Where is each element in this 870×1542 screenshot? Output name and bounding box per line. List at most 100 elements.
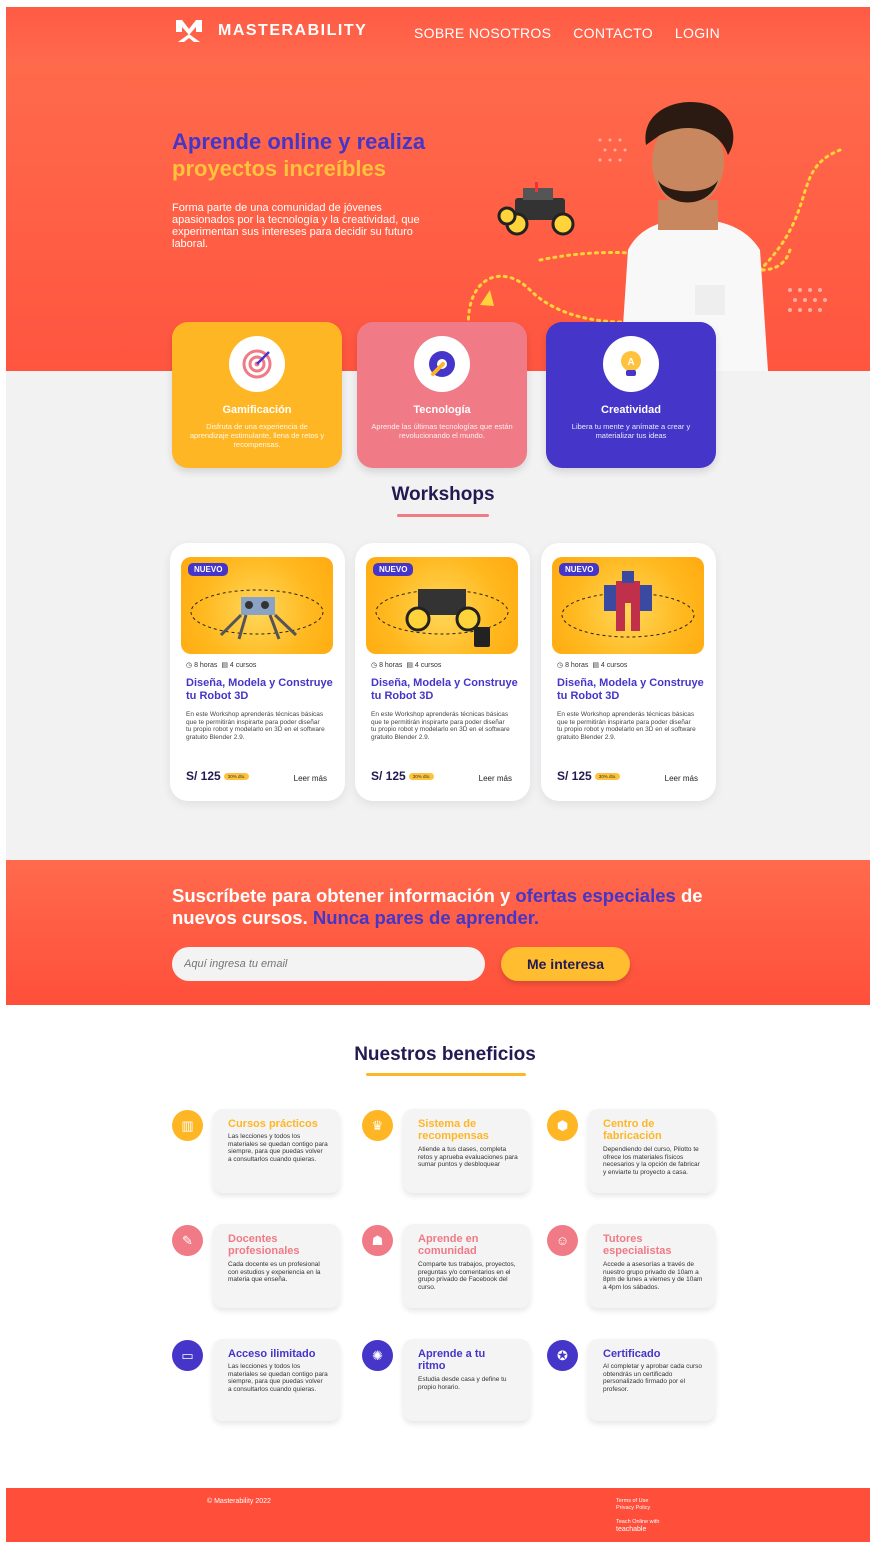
document-icon: ▤ bbox=[592, 662, 599, 669]
workshop-image: NUEVO bbox=[552, 557, 704, 654]
masterability-logo-icon bbox=[176, 20, 202, 42]
workshop-hours: 8 horas bbox=[194, 662, 218, 669]
workshop-courses: 4 cursos bbox=[414, 662, 442, 669]
benefit-description: Accede a asesorías a través de nuestro g… bbox=[603, 1261, 703, 1291]
hero-title-line2: proyectos increíbles bbox=[172, 156, 386, 181]
discount-badge: 30% dto. bbox=[594, 773, 621, 781]
teacher-icon: ✎ bbox=[172, 1225, 203, 1256]
workshop-card[interactable]: NUEVO ◷ 8 horas ▤ 4 cursos Diseña, Model… bbox=[355, 543, 530, 801]
workshop-card[interactable]: NUEVO ◷ 8 horas ▤ 4 cursos Diseña, Model… bbox=[541, 543, 716, 801]
subscribe-title-highlight: Nunca pares de aprender. bbox=[312, 907, 540, 928]
price-value: S/ 125 bbox=[186, 769, 221, 783]
bulb-head-icon: ✺ bbox=[362, 1340, 393, 1371]
workshop-meta: ◷ 8 horas ▤ 4 cursos bbox=[186, 661, 256, 669]
feature-card-gamificacion: Gamificación Disfruta de una experiencia… bbox=[172, 322, 342, 468]
nav-link-sobre-nosotros[interactable]: SOBRE NOSOTROS bbox=[414, 25, 551, 41]
document-icon: ▤ bbox=[221, 662, 228, 669]
hero-title: Aprende online y realiza proyectos incre… bbox=[172, 128, 425, 182]
workshop-courses: 4 cursos bbox=[229, 662, 257, 669]
read-more-link[interactable]: Leer más bbox=[479, 774, 512, 783]
nav-link-contacto[interactable]: CONTACTO bbox=[573, 25, 653, 41]
feature-text: Disfruta de una experiencia de aprendiza… bbox=[189, 422, 325, 449]
copyright: © Masterability 2022 bbox=[207, 1498, 271, 1505]
hero-title-line1: Aprende online y realiza bbox=[172, 129, 426, 154]
benefit-title: Cursos prácticos bbox=[228, 1118, 318, 1130]
teachable-logo: teachable bbox=[616, 1526, 647, 1533]
benefit-title: Acceso ilimitado bbox=[228, 1348, 316, 1360]
wrench-gear-icon bbox=[414, 336, 470, 392]
benefit-description: Estudia desde casa y define tu propio ho… bbox=[418, 1376, 507, 1391]
benefit-description: Al completar y aprobar cada curso obtend… bbox=[603, 1363, 702, 1393]
feature-text: Aprende las últimas tecnologías que está… bbox=[371, 422, 513, 440]
subscribe-title-highlight: ofertas especiales bbox=[515, 885, 676, 906]
hero-description: Forma parte de una comunidad de jóvenes … bbox=[172, 202, 420, 250]
footer bbox=[6, 1488, 870, 1542]
robot-car-image bbox=[497, 182, 575, 236]
cubes-icon: ⬢ bbox=[547, 1110, 578, 1141]
feature-card-tecnologia: Tecnología Aprende las últimas tecnologí… bbox=[357, 322, 527, 468]
workshop-hours: 8 horas bbox=[565, 662, 589, 669]
workshop-image: NUEVO bbox=[366, 557, 518, 654]
books-icon: ▥ bbox=[172, 1110, 203, 1141]
workshop-meta: ◷ 8 horas ▤ 4 cursos bbox=[371, 661, 441, 669]
terms-link[interactable]: Terms of Use bbox=[616, 1498, 659, 1505]
workshop-title: Diseña, Modela y Construye tu Robot 3D bbox=[557, 677, 704, 702]
subscribe-section bbox=[6, 860, 870, 1005]
email-input[interactable] bbox=[172, 947, 485, 981]
benefit-title: Centro de fabricación bbox=[603, 1118, 662, 1142]
benefit-title: Tutores especialistas bbox=[603, 1233, 672, 1257]
brand-logo[interactable]: MASTERABILITY bbox=[174, 16, 367, 46]
subscribe-button[interactable]: Me interesa bbox=[501, 947, 630, 981]
benefit-title: Sistema de recompensas bbox=[418, 1118, 489, 1142]
new-badge: NUEVO bbox=[188, 563, 229, 576]
new-badge: NUEVO bbox=[373, 563, 414, 576]
read-more-link[interactable]: Leer más bbox=[294, 774, 327, 783]
workshop-price: S/ 125 30% dto. bbox=[186, 769, 250, 783]
clock-icon: ◷ bbox=[557, 662, 564, 669]
clock-icon: ◷ bbox=[371, 662, 378, 669]
teach-online-text[interactable]: Teach Online with bbox=[616, 1519, 659, 1526]
workshop-price: S/ 125 30% dto. bbox=[557, 769, 621, 783]
discount-badge: 30% dto. bbox=[408, 773, 435, 781]
tutor-icon: ☺ bbox=[547, 1225, 578, 1256]
workshop-hours: 8 horas bbox=[379, 662, 403, 669]
read-more-link[interactable]: Leer más bbox=[665, 774, 698, 783]
nav-link-login[interactable]: LOGIN bbox=[675, 25, 720, 41]
footer-links: Terms of Use Privacy Policy Teach Online… bbox=[616, 1498, 659, 1533]
new-badge: NUEVO bbox=[559, 563, 600, 576]
benefit-description: Las lecciones y todos los materiales se … bbox=[228, 1133, 328, 1163]
workshop-meta: ◷ 8 horas ▤ 4 cursos bbox=[557, 661, 627, 669]
lightbulb-icon: A bbox=[603, 336, 659, 392]
document-icon: ▤ bbox=[406, 662, 413, 669]
benefit-description: Dependiendo del curso, Pilotto te ofrece… bbox=[603, 1146, 700, 1176]
benefit-description: Atiende a tus clases, completa retos y a… bbox=[418, 1146, 518, 1168]
certificate-icon: ✪ bbox=[547, 1340, 578, 1371]
workshops-title: Workshops bbox=[391, 484, 495, 505]
clock-icon: ◷ bbox=[186, 662, 193, 669]
benefits-underline bbox=[366, 1073, 526, 1076]
workshop-image: NUEVO bbox=[181, 557, 333, 654]
feature-title: Creatividad bbox=[601, 404, 661, 416]
nav-links: SOBRE NOSOTROS CONTACTO LOGIN bbox=[414, 25, 720, 41]
workshop-title: Diseña, Modela y Construye tu Robot 3D bbox=[371, 677, 518, 702]
feature-title: Gamificación bbox=[222, 404, 292, 416]
workshop-description: En este Workshop aprenderás técnicas bás… bbox=[371, 711, 510, 741]
brand-name: MASTERABILITY bbox=[218, 22, 368, 39]
feature-title: Tecnología bbox=[413, 404, 471, 416]
workshop-description: En este Workshop aprenderás técnicas bás… bbox=[186, 711, 325, 741]
workshops-underline bbox=[397, 514, 489, 517]
workshop-description: En este Workshop aprenderás técnicas bás… bbox=[557, 711, 696, 741]
workshop-card[interactable]: NUEVO ◷ 8 horas ▤ 4 cursos Diseña, Model… bbox=[170, 543, 345, 801]
benefit-title: Docentes profesionales bbox=[228, 1233, 300, 1257]
price-value: S/ 125 bbox=[371, 769, 406, 783]
trophy-icon: ♛ bbox=[362, 1110, 393, 1141]
benefit-description: Las lecciones y todos los materiales se … bbox=[228, 1363, 328, 1393]
svg-text:A: A bbox=[627, 357, 634, 368]
subscribe-title-part: Suscríbete para obtener información y bbox=[172, 885, 516, 906]
privacy-link[interactable]: Privacy Policy bbox=[616, 1505, 659, 1512]
benefit-description: Cada docente es un profesional con estud… bbox=[228, 1261, 321, 1283]
feature-card-creatividad: A Creatividad Libera tu mente y anímate … bbox=[546, 322, 716, 468]
benefits-title: Nuestros beneficios bbox=[354, 1044, 536, 1065]
benefit-description: Comparte tus trabajos, proyectos, pregun… bbox=[418, 1261, 516, 1291]
monitor-icon: ▭ bbox=[172, 1340, 203, 1371]
